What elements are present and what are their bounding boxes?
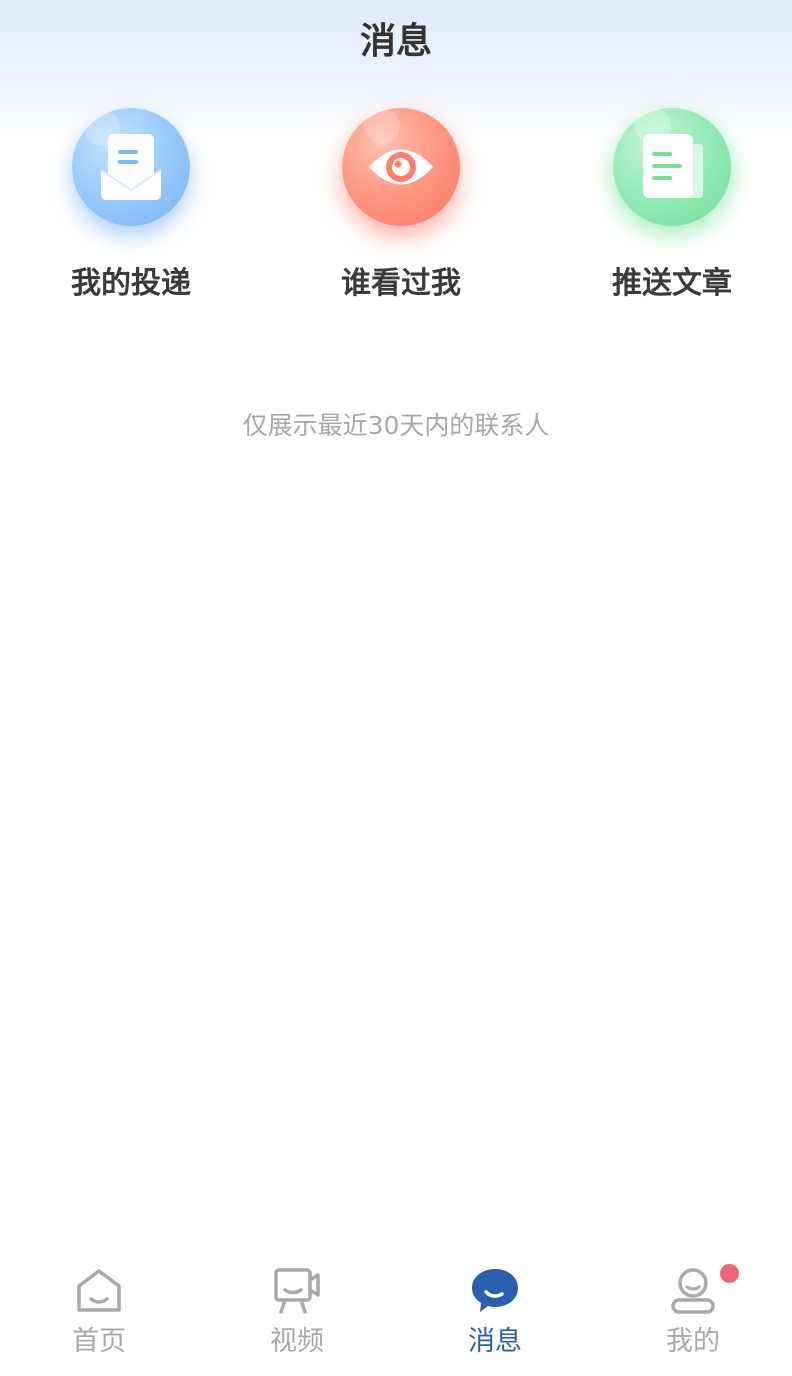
envelope-document-icon (72, 108, 190, 226)
tab-profile[interactable]: 我的 (594, 1252, 792, 1376)
shortcut-label: 推送文章 (612, 266, 732, 301)
video-icon (274, 1268, 320, 1314)
pushed-articles-shortcut[interactable]: 推送文章 (572, 108, 772, 308)
eye-icon (342, 108, 460, 226)
tab-label: 消息 (468, 1326, 522, 1357)
profile-icon (671, 1268, 715, 1314)
tab-label: 首页 (72, 1326, 126, 1357)
messages-screen: 消息 我的投递 谁看过我 推送文章 仅展示最近30天内的联系人 首页 视频 消息… (0, 0, 792, 1376)
article-icon (613, 108, 731, 226)
tab-video[interactable]: 视频 (198, 1252, 396, 1376)
tab-label: 视频 (270, 1326, 324, 1357)
tab-label: 我的 (666, 1326, 720, 1357)
chat-bubble-icon (472, 1269, 518, 1312)
who-viewed-me-shortcut[interactable]: 谁看过我 (301, 108, 501, 308)
shortcut-row: 我的投递 谁看过我 推送文章 (0, 108, 792, 318)
notification-badge (720, 1264, 739, 1283)
bottom-tab-bar: 首页 视频 消息 我的 (0, 1252, 792, 1376)
tab-home[interactable]: 首页 (0, 1252, 198, 1376)
shortcut-label: 我的投递 (71, 266, 191, 301)
tab-messages[interactable]: 消息 (396, 1252, 594, 1376)
shortcut-label: 谁看过我 (341, 266, 461, 301)
home-icon (77, 1269, 121, 1312)
page-title: 消息 (359, 21, 432, 62)
my-applications-shortcut[interactable]: 我的投递 (31, 108, 231, 308)
contacts-notice: 仅展示最近30天内的联系人 (242, 411, 550, 440)
